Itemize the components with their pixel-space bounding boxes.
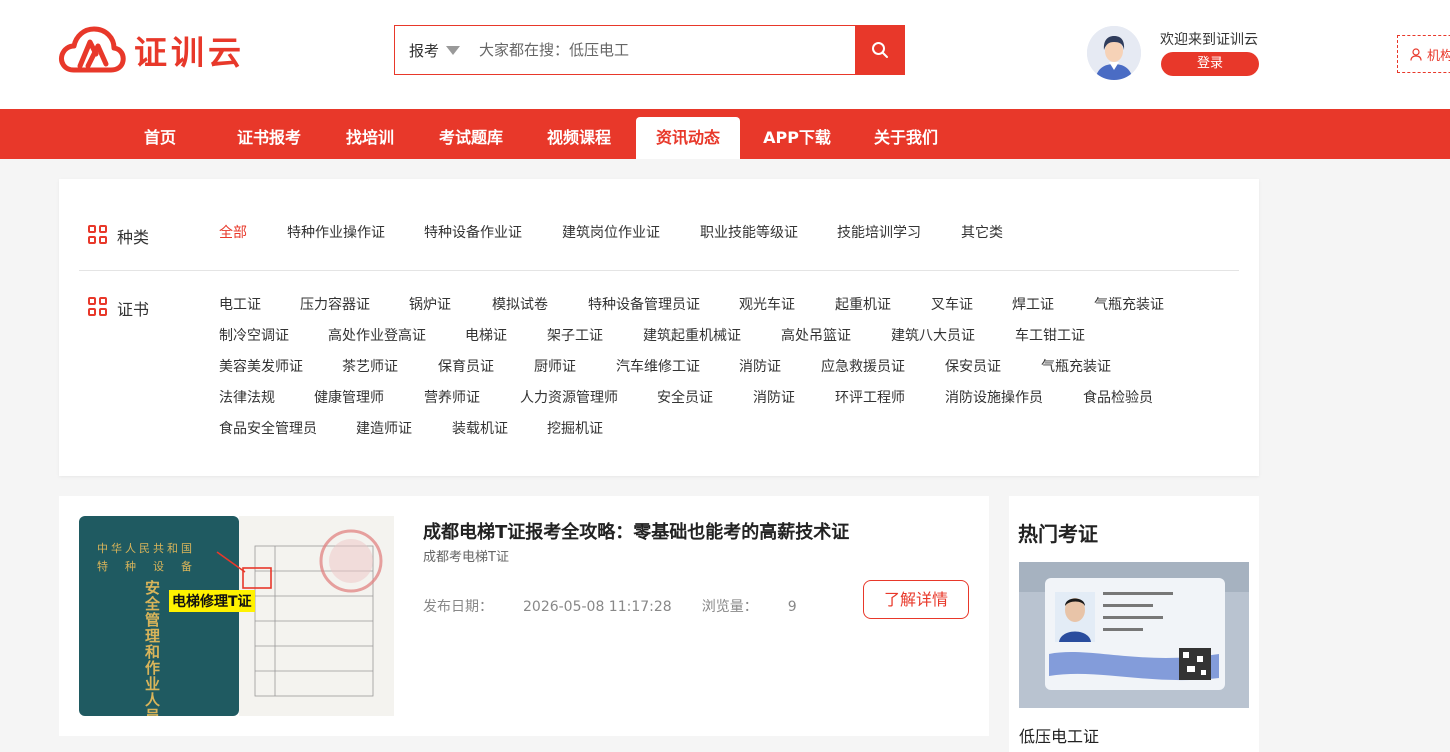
nav-item-app-download[interactable]: APP下载 (753, 117, 841, 159)
cert-item[interactable]: 起重机证 (835, 294, 891, 314)
cert-item[interactable]: 电梯证 (465, 325, 507, 345)
certificate-heading: 证书 (117, 300, 150, 319)
cert-item[interactable]: 制冷空调证 (219, 325, 289, 345)
welcome-text: 欢迎来到证训云 (1160, 32, 1258, 48)
cert-item[interactable]: 高处作业登高证 (328, 325, 426, 345)
hot-cert-label[interactable]: 低压电工证 (1019, 723, 1099, 747)
site-header: 证训云 报考 欢迎来到证训云 登录 机构 (0, 0, 1450, 109)
search-input[interactable] (467, 26, 855, 74)
category-heading: 种类 (117, 228, 150, 247)
cert-item[interactable]: 电工证 (219, 294, 261, 314)
cover-vertical-title: 安全管理和作业人员证 (145, 579, 161, 716)
filter-panel: 种类 全部 特种作业操作证 特种设备作业证 建筑岗位作业证 职业技能等级证 技能… (59, 179, 1259, 476)
article-subtitle: 成都考电梯T证 (423, 550, 509, 565)
cert-item[interactable]: 气瓶充装证 (1041, 356, 1111, 376)
category-other[interactable]: 其它类 (961, 222, 1003, 242)
cert-item[interactable]: 环评工程师 (835, 387, 905, 407)
logo[interactable]: 证训云 (58, 24, 245, 76)
logo-text: 证训云 (134, 33, 245, 72)
hot-cert-image[interactable] (1019, 562, 1249, 708)
nav-item-find-training[interactable]: 找培训 (335, 117, 405, 159)
cert-item[interactable]: 架子工证 (547, 325, 603, 345)
cert-item[interactable]: 法律法规 (219, 387, 275, 407)
cover-text-line-1: 中华人民共和国 (97, 542, 195, 555)
electrician-card-image (1019, 562, 1249, 708)
hot-certs-title: 热门考证 (1018, 522, 1098, 546)
cert-item[interactable]: 消防设施操作员 (945, 387, 1043, 407)
cert-item[interactable]: 人力资源管理师 (520, 387, 618, 407)
category-special-operation[interactable]: 特种作业操作证 (287, 222, 385, 242)
cert-item[interactable]: 焊工证 (1012, 294, 1054, 314)
user-avatar-icon (1087, 26, 1141, 80)
article-title[interactable]: 成都电梯T证报考全攻略：零基础也能考的高薪技术证 (423, 518, 849, 544)
nav-item-cert-registration[interactable]: 证书报考 (225, 117, 313, 159)
certificate-grid-icon (88, 297, 107, 316)
cert-item[interactable]: 观光车证 (739, 294, 795, 314)
cert-item[interactable]: 健康管理师 (314, 387, 384, 407)
nav-item-about-us[interactable]: 关于我们 (862, 117, 950, 159)
main-nav: 首页 证书报考 找培训 考试题库 视频课程 资讯动态 APP下载 关于我们 (0, 109, 1450, 159)
cert-item[interactable]: 装载机证 (452, 418, 508, 438)
cert-item[interactable]: 应急救援员证 (821, 356, 905, 376)
publish-date: 2026-05-08 11:17:28 (523, 599, 672, 615)
search-bar: 报考 (394, 25, 905, 75)
hot-certs-panel: 热门考证 低压电工证 (1009, 496, 1259, 752)
cert-item[interactable]: 汽车维修工证 (616, 356, 700, 376)
cover-callout-label: 电梯修理T证 (169, 590, 255, 612)
category-all[interactable]: 全部 (219, 222, 247, 242)
cert-item[interactable]: 美容美发师证 (219, 356, 303, 376)
cert-item[interactable]: 茶艺师证 (342, 356, 398, 376)
cert-item[interactable]: 建造师证 (356, 418, 412, 438)
search-category-select[interactable]: 报考 (395, 26, 467, 74)
cert-item[interactable]: 消防证 (753, 387, 795, 407)
category-grid-icon (88, 225, 107, 244)
cert-item[interactable]: 气瓶充装证 (1094, 294, 1164, 314)
cert-item[interactable]: 保育员证 (438, 356, 494, 376)
login-button[interactable]: 登录 (1161, 52, 1259, 76)
category-construction-post[interactable]: 建筑岗位作业证 (562, 222, 660, 242)
search-button[interactable] (855, 26, 904, 74)
cert-item[interactable]: 营养师证 (424, 387, 480, 407)
cert-item[interactable]: 保安员证 (945, 356, 1001, 376)
cert-item[interactable]: 建筑八大员证 (891, 325, 975, 345)
search-icon (871, 42, 888, 58)
category-skill-training[interactable]: 技能培训学习 (837, 222, 921, 242)
category-special-equipment[interactable]: 特种设备作业证 (424, 222, 522, 242)
nav-item-question-bank[interactable]: 考试题库 (427, 117, 515, 159)
caret-down-icon (446, 45, 461, 55)
cert-item[interactable]: 食品检验员 (1083, 387, 1153, 407)
cert-item[interactable]: 挖掘机证 (547, 418, 603, 438)
publish-date-label: 发布日期： (423, 599, 493, 615)
article-meta: 发布日期： 2026-05-08 11:17:28 浏览量： 9 (423, 596, 797, 616)
cloud-logo-icon (59, 26, 126, 73)
org-entry-button[interactable]: 机构 (1397, 35, 1450, 73)
org-entry-label: 机构 (1427, 48, 1450, 64)
cert-item[interactable]: 锅炉证 (409, 294, 451, 314)
category-skill-level[interactable]: 职业技能等级证 (700, 222, 798, 242)
learn-more-button[interactable]: 了解详情 (863, 580, 969, 619)
cover-text-line-2: 特 种 设 备 (97, 560, 195, 573)
news-article-card: 中华人民共和国 特 种 设 备 安全管理和作业人员证 电梯修理T证 成都电梯T证… (59, 496, 989, 736)
avatar[interactable] (1087, 26, 1141, 80)
nav-item-home[interactable]: 首页 (125, 117, 195, 159)
views-count: 9 (787, 599, 797, 615)
user-outline-icon (1410, 47, 1422, 61)
cert-item[interactable]: 压力容器证 (300, 294, 370, 314)
views-label: 浏览量： (701, 599, 758, 615)
cert-item[interactable]: 叉车证 (931, 294, 973, 314)
cert-item[interactable]: 车工钳工证 (1015, 325, 1085, 345)
nav-item-video-courses[interactable]: 视频课程 (535, 117, 623, 159)
cert-item[interactable]: 模拟试卷 (492, 294, 548, 314)
cert-item[interactable]: 特种设备管理员证 (588, 294, 700, 314)
nav-item-news[interactable]: 资讯动态 (636, 117, 740, 159)
filter-divider (79, 270, 1239, 271)
cert-item[interactable]: 高处吊篮证 (781, 325, 851, 345)
cert-item[interactable]: 食品安全管理员 (219, 418, 317, 438)
cert-item[interactable]: 安全员证 (657, 387, 713, 407)
cert-item[interactable]: 建筑起重机械证 (643, 325, 741, 345)
search-category-label: 报考 (409, 41, 440, 60)
article-thumbnail[interactable]: 中华人民共和国 特 种 设 备 安全管理和作业人员证 电梯修理T证 (79, 516, 394, 716)
cert-item[interactable]: 消防证 (739, 356, 781, 376)
cert-item[interactable]: 厨师证 (534, 356, 576, 376)
